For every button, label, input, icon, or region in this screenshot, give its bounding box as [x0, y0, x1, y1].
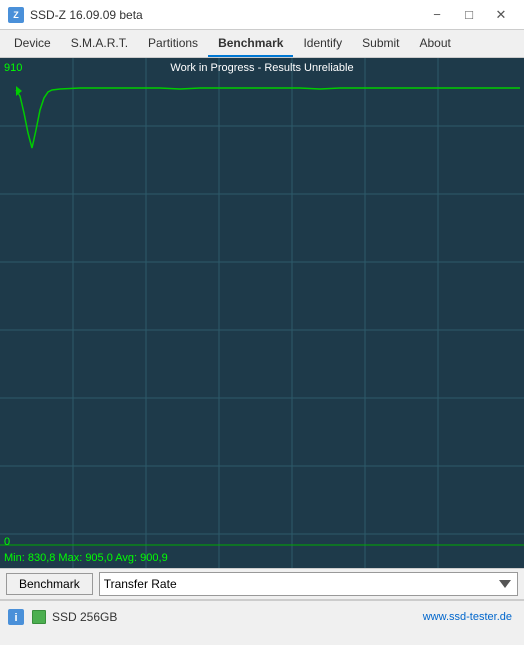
benchmark-run-button[interactable]: Benchmark [6, 573, 93, 595]
status-bar: i SSD 256GB www.ssd-tester.de [0, 600, 524, 632]
benchmark-chart: Work in Progress - Results Unreliable 91… [0, 58, 524, 568]
info-icon: i [8, 609, 24, 625]
window-controls: − □ ✕ [422, 5, 516, 25]
menu-about[interactable]: About [410, 30, 461, 57]
menu-bar: Device S.M.A.R.T. Partitions Benchmark I… [0, 30, 524, 58]
maximize-button[interactable]: □ [454, 5, 484, 25]
menu-identify[interactable]: Identify [293, 30, 352, 57]
minimize-button[interactable]: − [422, 5, 452, 25]
device-label: SSD 256GB [52, 610, 417, 624]
benchmark-controls: Benchmark Transfer Rate IOPS Latency [0, 568, 524, 600]
website-url: www.ssd-tester.de [423, 611, 512, 623]
chart-y-min: 0 [4, 536, 10, 548]
menu-partitions[interactable]: Partitions [138, 30, 208, 57]
menu-device[interactable]: Device [4, 30, 61, 57]
chart-stats: Min: 830,8 Max: 905,0 Avg: 900,9 [4, 552, 168, 564]
title-bar: Z SSD-Z 16.09.09 beta − □ ✕ [0, 0, 524, 30]
chart-title: Work in Progress - Results Unreliable [0, 62, 524, 74]
title-bar-left: Z SSD-Z 16.09.09 beta [8, 7, 143, 23]
benchmark-type-select[interactable]: Transfer Rate IOPS Latency [99, 572, 518, 596]
app-icon: Z [8, 7, 24, 23]
chart-grid-svg [0, 58, 524, 568]
close-button[interactable]: ✕ [486, 5, 516, 25]
menu-benchmark[interactable]: Benchmark [208, 30, 293, 57]
app-title: SSD-Z 16.09.09 beta [30, 8, 143, 22]
svg-text:i: i [14, 612, 17, 624]
ssd-indicator [32, 610, 46, 624]
menu-smart[interactable]: S.M.A.R.T. [61, 30, 138, 57]
status-icon: i [6, 607, 26, 627]
menu-submit[interactable]: Submit [352, 30, 409, 57]
